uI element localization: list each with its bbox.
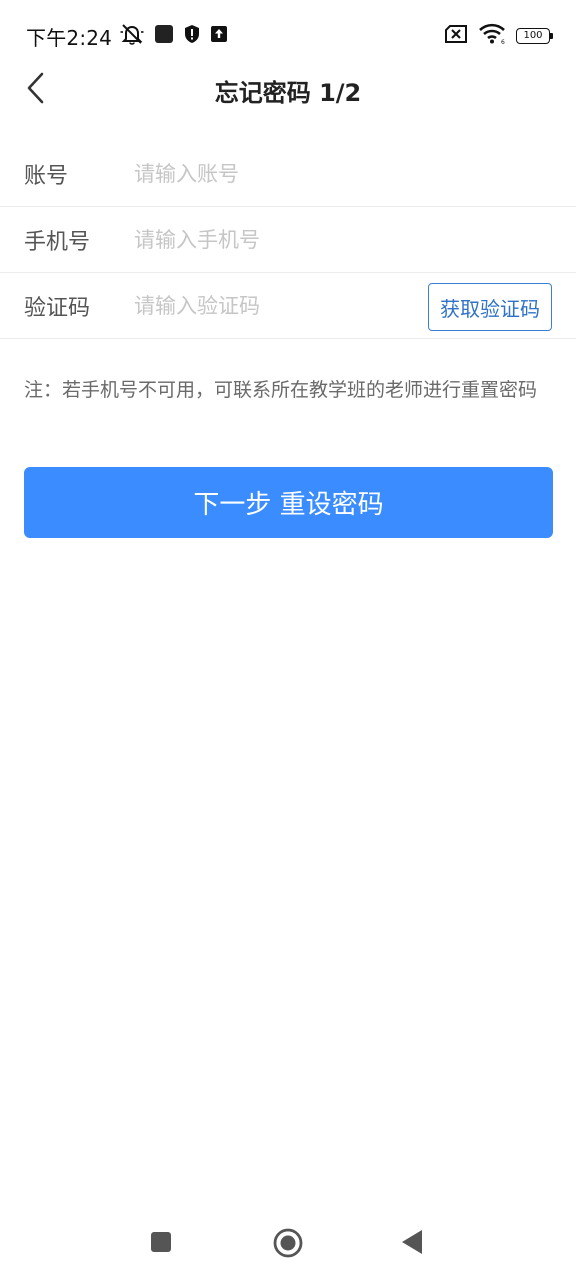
note-text: 注：若手机号不可用，可联系所在教学班的老师进行重置密码 [24, 379, 538, 401]
home-icon [273, 1228, 303, 1262]
forgot-password-form: 账号 手机号 验证码 获取验证码 [0, 141, 576, 339]
phone-label: 手机号 [24, 229, 91, 255]
app-notification-icon [154, 24, 174, 48]
back-button[interactable] [14, 68, 58, 112]
upload-icon [210, 25, 228, 47]
mute-icon [120, 23, 144, 49]
status-right: 6 100 [444, 23, 553, 49]
battery-level: 100 [523, 30, 543, 41]
recent-apps-button[interactable] [141, 1224, 181, 1264]
header: 忘记密码 1/2 [0, 60, 576, 120]
recent-apps-icon [150, 1231, 172, 1257]
next-step-button[interactable]: 下一步 重设密码 [24, 467, 553, 538]
home-button[interactable] [268, 1225, 308, 1265]
status-left: 下午2:24 [26, 22, 228, 51]
code-label: 验证码 [24, 295, 91, 321]
get-code-button[interactable]: 获取验证码 [428, 283, 552, 331]
status-time: 下午2:24 [26, 25, 113, 50]
wifi-icon: 6 [478, 23, 506, 49]
forgot-password-screen: 下午2:24 6 100 忘记密码 1/2 账号 请输入账号 手机号 请输入手机… [0, 0, 576, 1280]
system-nav-bar [0, 1212, 576, 1280]
back-icon [400, 1229, 424, 1259]
status-notification-icons [120, 23, 228, 49]
phone-row: 手机号 [0, 207, 576, 273]
sim-no-signal-icon [444, 25, 468, 47]
shield-icon [184, 24, 200, 48]
code-row: 验证码 获取验证码 [0, 273, 576, 339]
phone-input[interactable] [134, 219, 436, 260]
code-input[interactable] [134, 285, 436, 326]
account-label: 账号 [24, 163, 69, 189]
account-input[interactable] [134, 153, 436, 194]
chevron-left-icon [25, 72, 47, 108]
page-title: 忘记密码 1/2 [214, 78, 362, 107]
battery-icon: 100 [516, 28, 553, 44]
account-row: 账号 [0, 141, 576, 207]
svg-text:6: 6 [501, 39, 505, 45]
system-back-button[interactable] [392, 1224, 432, 1264]
